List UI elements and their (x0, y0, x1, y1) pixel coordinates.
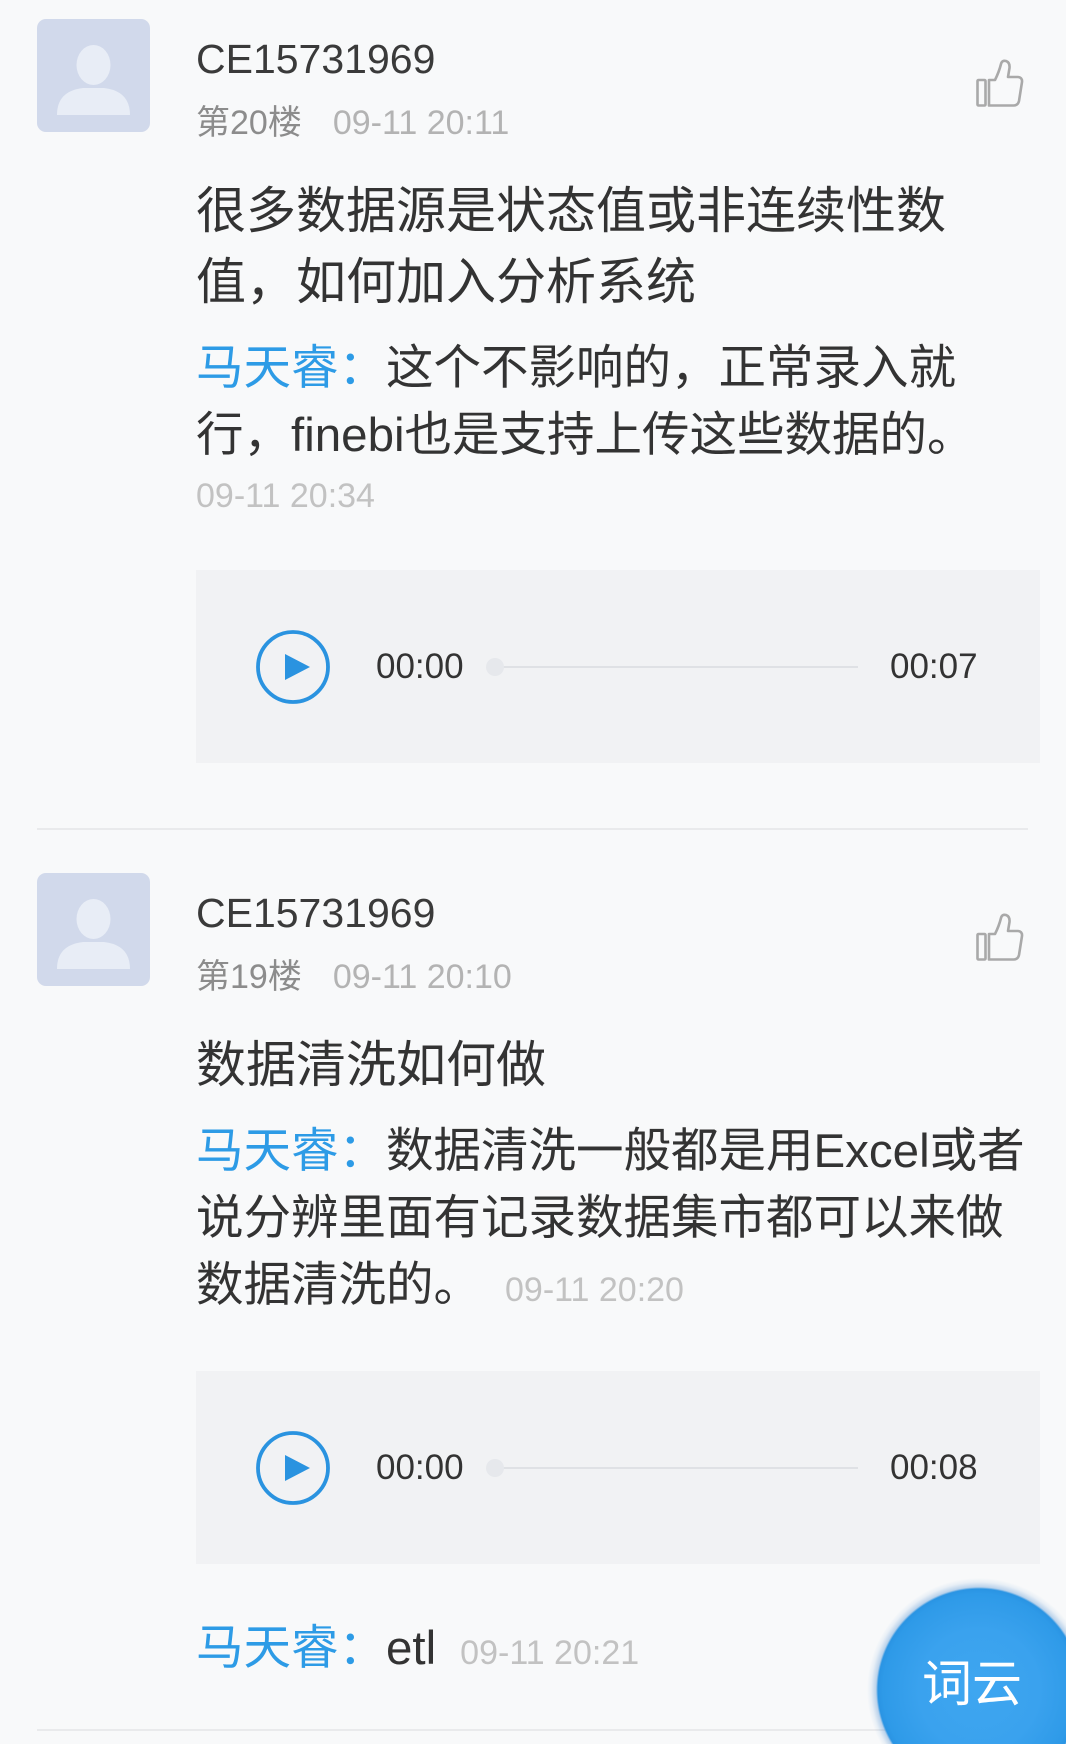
username: CE15731969 (196, 36, 436, 82)
audio-progress-line (495, 665, 858, 668)
play-icon[interactable] (255, 1430, 331, 1506)
reply-author[interactable]: 马天睿： (196, 342, 386, 395)
user-avatar-icon[interactable] (37, 873, 150, 986)
audio-progress-track[interactable] (486, 656, 858, 678)
reply-timestamp: 09-11 20:34 (196, 477, 375, 515)
comment-thread: CE15731969 第20楼 09-11 20:11 很多数据源是状态值或非连续… (0, 0, 1066, 1744)
audio-seek-knob[interactable] (486, 657, 504, 676)
word-cloud-button-label: 词云 (922, 1656, 1022, 1712)
reply-author[interactable]: 马天睿： (196, 1622, 386, 1675)
post-timestamp: 09-11 20:10 (332, 958, 512, 996)
post-meta: 第20楼 09-11 20:11 (196, 103, 1040, 143)
question-text: 很多数据源是状态值或非连续性数值，如何加入分析系统 (196, 182, 946, 310)
question-text: 数据清洗如何做 (196, 1036, 546, 1093)
reply: 马天睿：这个不影响的，正常录入就行，finebi也是支持上传这些数据的。 (196, 335, 1040, 469)
floor-number: 第20楼 (196, 104, 302, 142)
audio-current-time: 00:00 (376, 1447, 464, 1487)
username: CE15731969 (196, 890, 436, 936)
post-content: CE15731969 第20楼 09-11 20:11 很多数据源是状态值或非连续… (196, 35, 1040, 763)
audio-progress-line (495, 1466, 858, 1469)
reply-author[interactable]: 马天睿： (196, 1125, 386, 1178)
reply: 马天睿：数据清洗一般都是用Excel或者说分辨里面有记录数据集市都可以来做数据清… (196, 1118, 1040, 1324)
play-icon[interactable] (255, 629, 331, 705)
reply-timestamp: 09-11 20:21 (460, 1633, 640, 1672)
audio-player: 00:00 00:07 (196, 570, 1040, 763)
post-meta: 第19楼 09-11 20:10 (196, 957, 1040, 997)
post-divider (37, 828, 1028, 830)
audio-seek-knob[interactable] (486, 1458, 504, 1477)
reply-timestamp: 09-11 20:20 (505, 1270, 684, 1309)
audio-duration: 00:07 (890, 646, 978, 686)
floor-number: 第19楼 (196, 958, 302, 996)
post-content: CE15731969 第19楼 09-11 20:10 数据清洗如何做 马天睿：数… (196, 889, 1040, 1687)
audio-progress-track[interactable] (486, 1457, 858, 1479)
reply-text: etl (386, 1621, 437, 1675)
audio-player: 00:00 00:08 (196, 1371, 1040, 1564)
word-cloud-button[interactable]: 词云 (866, 1576, 1066, 1744)
user-avatar-icon[interactable] (37, 19, 150, 132)
audio-current-time: 00:00 (376, 646, 464, 686)
post-timestamp: 09-11 20:11 (332, 104, 510, 142)
audio-duration: 00:08 (890, 1447, 978, 1487)
